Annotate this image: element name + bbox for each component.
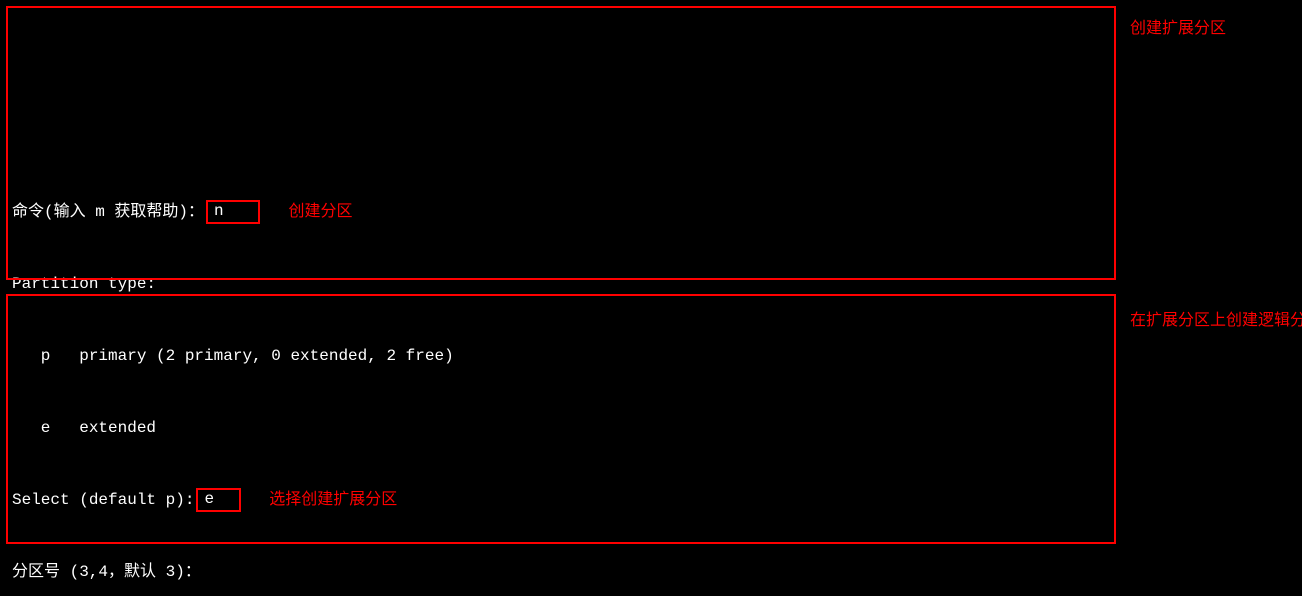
s1-line1: 命令(输入 m 获取帮助)： n 创建分区: [12, 200, 1290, 224]
section1-side-label: 创建扩展分区: [1130, 18, 1226, 40]
s1-line2: Partition type:: [12, 272, 1290, 296]
s1-select-prompt: Select (default p):: [12, 491, 194, 509]
s1-annot-input: 创建分区: [288, 200, 352, 224]
section2-side-label: 在扩展分区上创建逻辑分区: [1130, 310, 1290, 332]
s1-input-box: n: [206, 200, 260, 224]
s1-line4: e extended: [12, 416, 1290, 440]
s1-line3: p primary (2 primary, 0 extended, 2 free…: [12, 344, 1290, 368]
s1-annot-select: 选择创建扩展分区: [269, 488, 397, 512]
s1-select-box: e: [196, 488, 241, 512]
s1-input: n: [214, 202, 224, 220]
s1-select-input: e: [204, 490, 214, 508]
s1-prompt: 命令(输入 m 获取帮助)：: [12, 203, 204, 221]
section1-frame: [6, 6, 1116, 280]
s1-line5: Select (default p): e 选择创建扩展分区: [12, 488, 1290, 512]
s1-line6: 分区号 (3,4，默认 3)：: [12, 560, 1290, 584]
terminal[interactable]: 创建扩展分区 命令(输入 m 获取帮助)： n 创建分区 Partition ty…: [0, 0, 1302, 596]
